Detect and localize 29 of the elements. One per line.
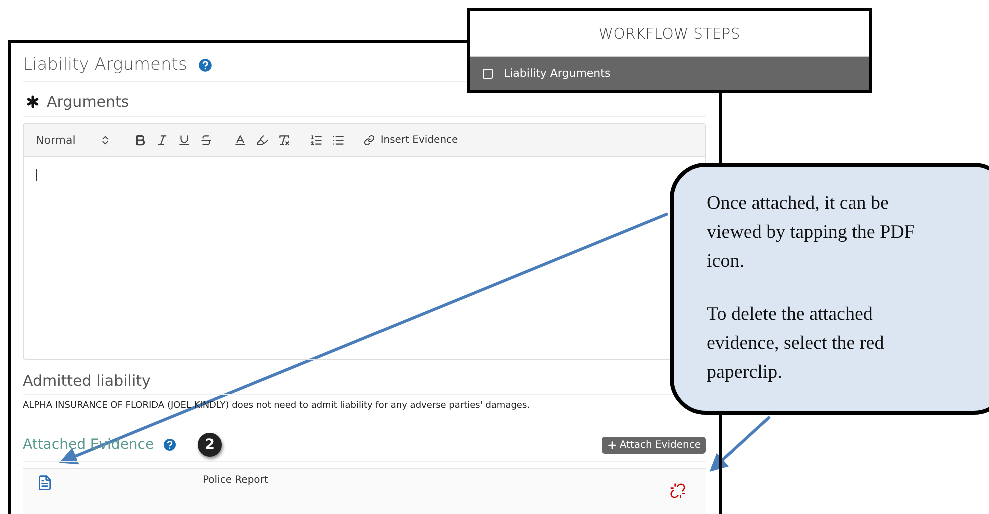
callout-text: Once attached, it can be viewed by tapping the PDF icon. — [707, 192, 916, 274]
help-icon[interactable] — [162, 437, 178, 453]
bullet-list-icon[interactable] — [332, 134, 345, 146]
unlink-icon[interactable] — [670, 483, 686, 499]
format-select[interactable]: Normal — [36, 134, 111, 146]
clear-format-icon[interactable] — [278, 134, 291, 146]
callout-text: To delete the attached evidence, select the red paperclip. — [707, 303, 886, 385]
pdf-file-icon[interactable] — [37, 475, 53, 491]
pointer-arrow — [710, 416, 772, 472]
attach-evidence-button[interactable]: Attach Evidence — [602, 436, 706, 454]
link-icon — [364, 134, 375, 146]
field-label: Arguments — [47, 93, 130, 111]
highlight-icon[interactable] — [256, 134, 269, 146]
plus-icon — [606, 440, 618, 450]
text-cursor — [36, 169, 37, 181]
section-title: Liability Arguments — [23, 55, 188, 75]
checkbox[interactable] — [482, 68, 494, 80]
admitted-liability-label: Admitted liability — [23, 372, 151, 390]
bold-icon[interactable] — [134, 134, 147, 146]
step-number-badge: 2 — [198, 433, 222, 457]
insert-evidence-button[interactable]: Insert Evidence — [364, 134, 458, 146]
underline-icon[interactable] — [178, 134, 191, 146]
ordered-list-icon[interactable] — [310, 134, 323, 146]
workflow-step[interactable]: Liability Arguments — [470, 57, 869, 90]
strikethrough-icon[interactable] — [200, 134, 213, 146]
evidence-name: Police Report — [203, 475, 268, 486]
text-color-icon[interactable] — [234, 134, 247, 146]
italic-icon[interactable] — [156, 134, 169, 146]
help-icon[interactable] — [197, 56, 214, 74]
